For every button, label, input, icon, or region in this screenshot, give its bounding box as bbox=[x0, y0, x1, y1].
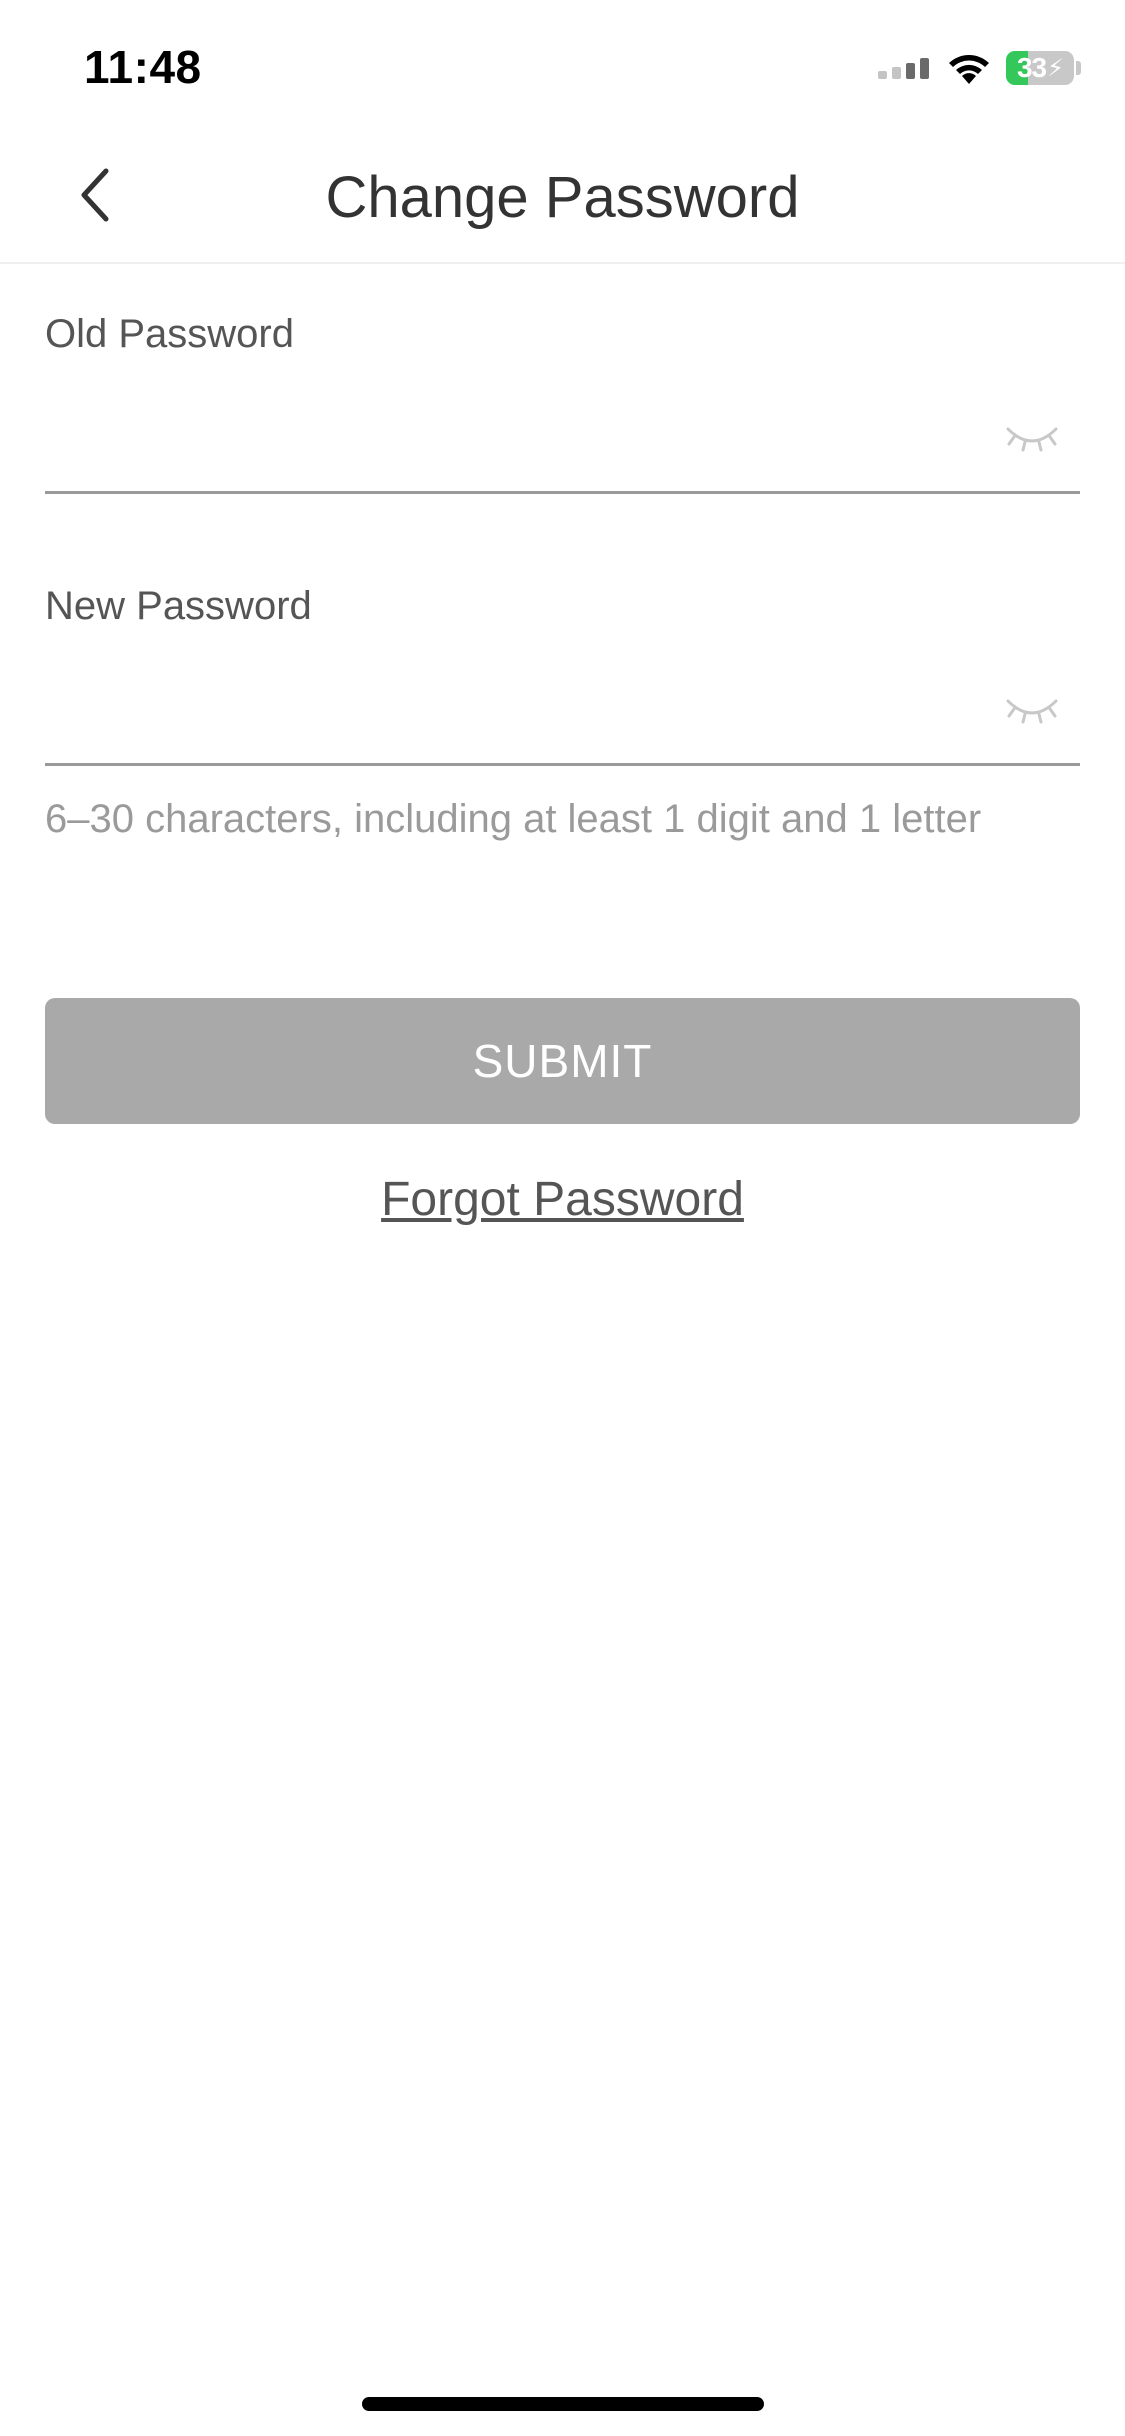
eye-closed-icon[interactable] bbox=[1004, 419, 1060, 459]
old-password-field: Old Password bbox=[45, 312, 1080, 494]
battery-cap bbox=[1076, 61, 1081, 75]
new-password-field: New Password bbox=[45, 584, 1080, 766]
status-icons: 33 ⚡ bbox=[878, 48, 1081, 88]
battery-percent: 33 ⚡ bbox=[1016, 52, 1064, 83]
submit-button[interactable]: SUBMIT bbox=[45, 998, 1080, 1124]
password-hint: 6–30 characters, including at least 1 di… bbox=[45, 797, 982, 841]
nav-bar: Change Password bbox=[0, 130, 1125, 264]
forgot-password-link[interactable]: Forgot Password bbox=[381, 1173, 744, 1226]
old-password-input-row bbox=[45, 401, 1080, 494]
home-indicator[interactable] bbox=[362, 2397, 764, 2411]
battery-charging-icon: 33 ⚡ bbox=[1006, 51, 1074, 85]
new-password-label: New Password bbox=[45, 584, 312, 628]
eye-closed-icon[interactable] bbox=[1004, 691, 1060, 731]
status-bar: 11:48 33 ⚡ bbox=[0, 0, 1125, 130]
old-password-label: Old Password bbox=[45, 312, 294, 356]
old-password-input[interactable] bbox=[45, 401, 1005, 487]
new-password-input[interactable] bbox=[45, 673, 1005, 759]
page-title: Change Password bbox=[325, 165, 800, 230]
status-time: 11:48 bbox=[84, 41, 202, 93]
forgot-password-row: Forgot Password bbox=[0, 1172, 1125, 1227]
wifi-icon bbox=[949, 55, 989, 84]
cellular-signal-icon bbox=[878, 58, 929, 79]
new-password-input-row bbox=[45, 673, 1080, 766]
